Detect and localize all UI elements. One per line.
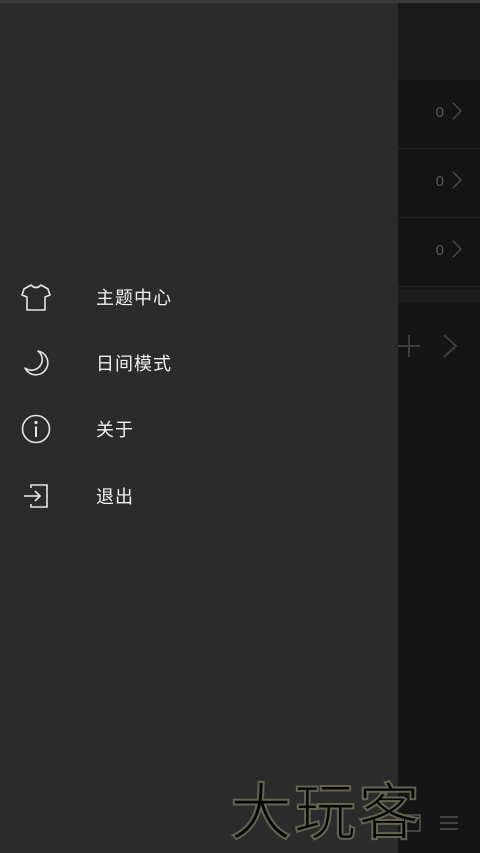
watermark-text: 大玩客: [229, 775, 423, 850]
chevron-right-icon: [452, 171, 462, 189]
menu-item-label: 退出: [96, 487, 134, 508]
menu-item-exit[interactable]: 退出: [0, 463, 398, 529]
exit-icon: [24, 484, 48, 508]
info-icon: [21, 414, 51, 444]
chevron-right-icon[interactable]: [442, 333, 458, 359]
menu-item-label: 关于: [96, 420, 134, 441]
plus-icon[interactable]: [396, 333, 422, 359]
watermark-logo: 大玩客: [229, 762, 470, 850]
item-count: 0: [435, 104, 444, 121]
moon-icon: [24, 350, 49, 376]
menu-item-label: 主题中心: [96, 288, 172, 309]
chevron-right-icon: [452, 102, 462, 120]
tshirt-icon: [21, 284, 51, 311]
navigation-drawer: 主题中心 日间模式 关于 退出: [0, 3, 398, 853]
item-count: 0: [435, 173, 444, 190]
chevron-right-icon: [452, 240, 462, 258]
menu-item-about[interactable]: 关于: [0, 396, 398, 462]
menu-item-day-mode[interactable]: 日间模式: [0, 330, 398, 396]
item-count: 0: [435, 242, 444, 259]
menu-item-theme-center[interactable]: 主题中心: [0, 264, 398, 330]
menu-item-label: 日间模式: [96, 354, 172, 375]
